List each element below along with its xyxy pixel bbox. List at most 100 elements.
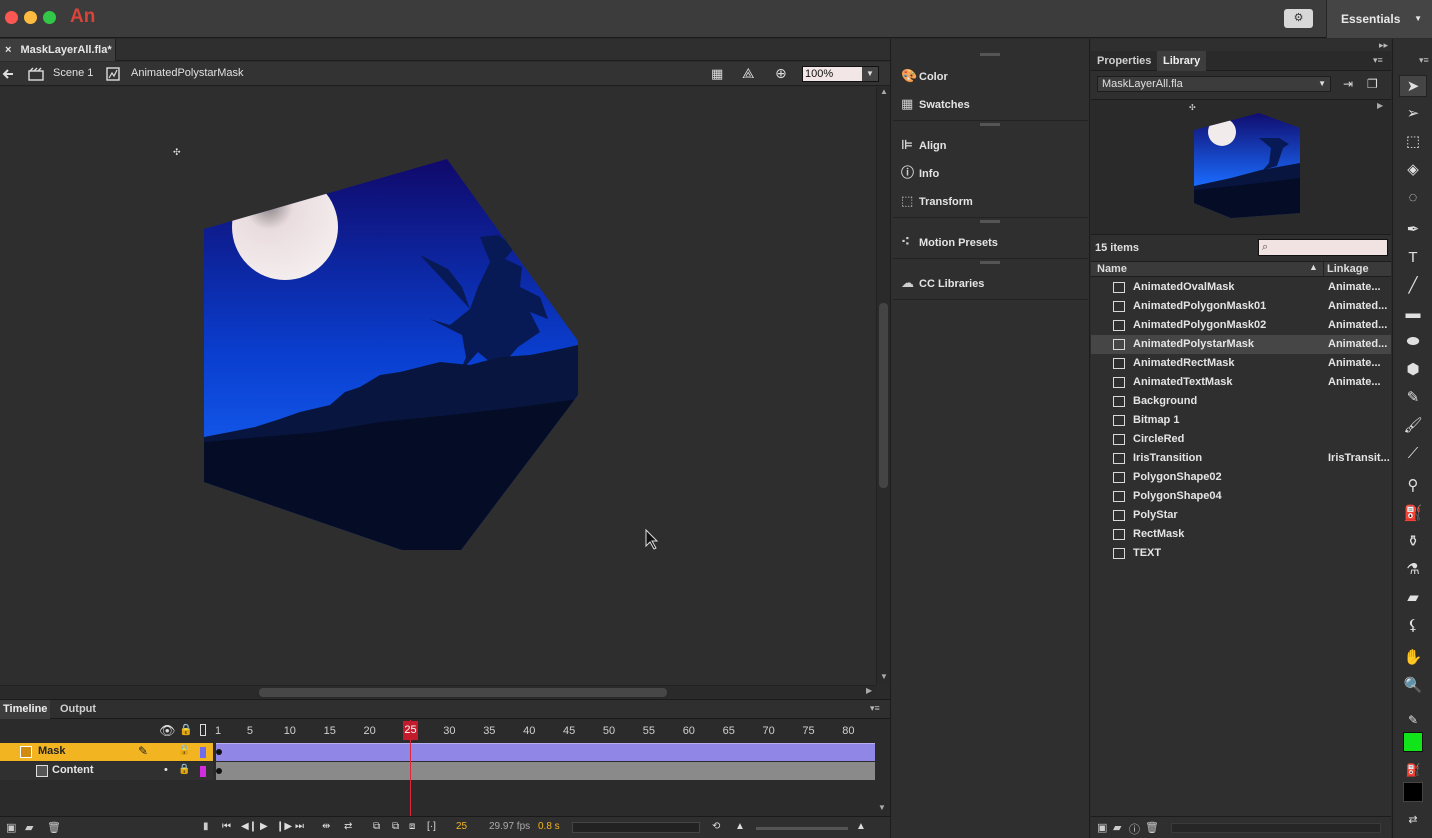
panel-color[interactable]: 🎨 Color (901, 66, 948, 86)
scroll-down-icon[interactable]: ▼ (880, 672, 888, 681)
eraser-tool-icon[interactable]: ▰ (1399, 587, 1427, 609)
subselection-tool-icon[interactable]: ➢ (1399, 103, 1427, 125)
loop-playback-icon[interactable]: ⟲ (712, 821, 720, 832)
tab-output[interactable]: Output (57, 700, 99, 719)
library-item[interactable]: AnimatedPolygonMask02 Animated... (1091, 316, 1391, 335)
layer-row-content[interactable]: Content • 🔒 (0, 762, 213, 780)
frame-number[interactable]: 45 (563, 725, 575, 737)
scene-breadcrumb[interactable]: Scene 1 (53, 67, 93, 79)
paint-brush-tool-icon[interactable]: 🖌 (1399, 415, 1427, 437)
library-item[interactable]: AnimatedOvalMask Animate... (1091, 278, 1391, 297)
library-item[interactable]: PolygonShape02 (1091, 468, 1391, 487)
panel-grip[interactable] (980, 220, 1000, 223)
panel-info[interactable]: ⓘ Info (901, 163, 939, 183)
edit-multiple-icon[interactable]: ⧈ (409, 821, 415, 832)
pin-icon[interactable]: ⇥ (1343, 77, 1353, 91)
horizontal-scroll-thumb[interactable] (259, 688, 667, 697)
lasso-tool-icon[interactable]: ◌ (1399, 187, 1427, 209)
symbol-breadcrumb[interactable]: AnimatedPolystarMask (131, 67, 244, 79)
current-frame-readout[interactable]: 25 (456, 821, 467, 832)
oval-tool-icon[interactable]: ⬬ (1399, 331, 1427, 353)
document-tab[interactable]: × MaskLayerAll.fla* (0, 39, 116, 61)
delete-icon[interactable]: 🗑 (47, 821, 61, 834)
width-tool-icon[interactable]: ⚸ (1399, 615, 1427, 637)
bone-tool-icon[interactable]: ⚲ (1399, 475, 1427, 497)
minimize-window-button[interactable] (24, 11, 37, 24)
sync-settings-icon[interactable]: ⚙ (1284, 9, 1313, 28)
play-icon[interactable]: ▶ (260, 821, 268, 832)
new-folder-icon[interactable]: ▰ (1113, 821, 1121, 834)
onion-markers-icon[interactable]: [·] (427, 821, 436, 832)
panel-swatches[interactable]: ▦ Swatches (901, 94, 970, 114)
delete-icon[interactable]: 🗑 (1145, 821, 1159, 834)
line-tool-icon[interactable]: ╱ (1399, 275, 1427, 297)
chevron-down-icon[interactable]: ▼ (862, 67, 878, 81)
library-item[interactable]: AnimatedPolygonMask01 Animated... (1091, 297, 1391, 316)
library-item[interactable]: Background (1091, 392, 1391, 411)
library-item[interactable]: AnimatedTextMask Animate... (1091, 373, 1391, 392)
edit-scene-icon[interactable]: ▦ (711, 66, 723, 82)
loop-icon[interactable]: ⇄ (344, 821, 352, 832)
panel-menu-icon[interactable]: ▾≡ (1419, 55, 1429, 66)
free-transform-tool-icon[interactable]: ⬚ (1399, 131, 1427, 153)
scroll-up-icon[interactable]: ▲ (880, 87, 888, 96)
stage-horizontal-scrollbar[interactable]: ▶ (0, 685, 876, 698)
elapsed-time-readout[interactable]: 0.8 s (538, 821, 560, 832)
3d-rotation-tool-icon[interactable]: ◈ (1399, 159, 1427, 181)
frame-rate-readout[interactable]: 29.97 fps (489, 821, 530, 832)
play-preview-icon[interactable]: ▶ (1377, 101, 1383, 110)
go-to-last-icon[interactable]: ⏭ (295, 821, 304, 832)
panel-motion-presets[interactable]: ⁖ Motion Presets (901, 232, 998, 252)
go-to-first-icon[interactable]: ⏮ (222, 821, 231, 832)
column-name[interactable]: Name (1097, 263, 1127, 275)
stage-vertical-scrollbar[interactable]: ▲ ▼ (876, 87, 890, 685)
outline-icon[interactable] (200, 724, 206, 736)
zoom-out-icon[interactable]: ▲ (735, 821, 745, 832)
frame-number[interactable]: 30 (443, 725, 455, 737)
pencil-tool-icon[interactable]: ✎ (1399, 387, 1427, 409)
panel-cc-libraries[interactable]: ☁ CC Libraries (901, 273, 984, 293)
zoom-tool-icon[interactable]: 🔍 (1399, 675, 1427, 697)
frame-number[interactable]: 70 (762, 725, 774, 737)
frame-number[interactable]: 60 (683, 725, 695, 737)
center-stage-icon[interactable]: ⊕ (775, 65, 787, 82)
library-file-select[interactable]: MaskLayerAll.fla ▼ (1097, 76, 1331, 92)
frame-number[interactable]: 35 (483, 725, 495, 737)
maximize-window-button[interactable] (43, 11, 56, 24)
ink-bottle-tool-icon[interactable]: ⚱ (1399, 531, 1427, 553)
layer-name[interactable]: Mask (38, 745, 66, 757)
visibility-dot-icon[interactable]: • (164, 764, 168, 776)
zoom-select[interactable]: 100% ▼ (802, 66, 879, 82)
panel-grip[interactable] (980, 123, 1000, 126)
frame-number[interactable]: 40 (523, 725, 535, 737)
stage-artwork[interactable]: ✣ (0, 87, 876, 685)
hand-tool-icon[interactable]: ✋ (1399, 647, 1427, 669)
eye-icon[interactable]: 👁 (159, 723, 176, 739)
panel-grip[interactable] (980, 261, 1000, 264)
library-item[interactable]: CircleRed (1091, 430, 1391, 449)
brush-tool-icon[interactable]: ⟋ (1399, 443, 1427, 465)
back-arrow-icon[interactable] (2, 68, 14, 80)
swap-colors-icon[interactable]: ⇄ (1399, 809, 1427, 831)
new-library-panel-icon[interactable]: ❐ (1367, 77, 1378, 91)
selection-tool-icon[interactable]: ➤ (1399, 75, 1427, 97)
panel-transform[interactable]: ⬚ Transform (901, 191, 973, 211)
library-item[interactable]: AnimatedPolystarMask Animated... (1091, 335, 1391, 354)
new-layer-icon[interactable]: ▣ (6, 821, 16, 834)
tab-library[interactable]: Library (1157, 51, 1207, 71)
paint-bucket-tool-icon[interactable]: ⛽ (1399, 503, 1427, 525)
column-divider[interactable] (1323, 262, 1324, 276)
panel-menu-icon[interactable]: ▾≡ (870, 703, 880, 714)
timeline-zoom-slider[interactable] (756, 827, 848, 830)
step-forward-icon[interactable]: ❙▶ (276, 821, 292, 832)
layer-row-mask[interactable]: Mask ✎ 🔒 (0, 743, 213, 761)
frame-span-mask[interactable] (216, 743, 875, 761)
frame-number[interactable]: 20 (363, 725, 375, 737)
frame-number[interactable]: 10 (284, 725, 296, 737)
center-frame-icon[interactable]: ⇹ (322, 821, 330, 832)
layer-color-swatch[interactable] (200, 766, 206, 777)
step-back-icon[interactable]: ◀❙ (241, 821, 257, 832)
polystar-tool-icon[interactable]: ⬢ (1399, 359, 1427, 381)
new-folder-icon[interactable]: ▰ (25, 821, 33, 834)
zoom-in-icon[interactable]: ▲ (856, 821, 866, 832)
